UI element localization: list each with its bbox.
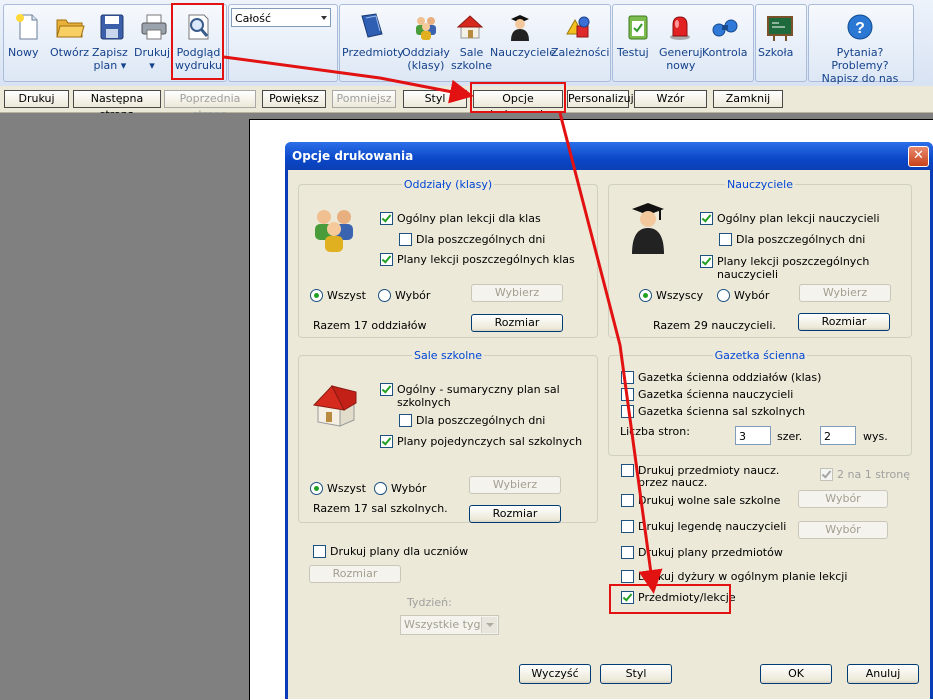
annotation-arrows bbox=[223, 55, 663, 594]
arrow-to-subjects-lessons bbox=[558, 112, 663, 594]
arrow-to-print-options bbox=[223, 55, 474, 104]
